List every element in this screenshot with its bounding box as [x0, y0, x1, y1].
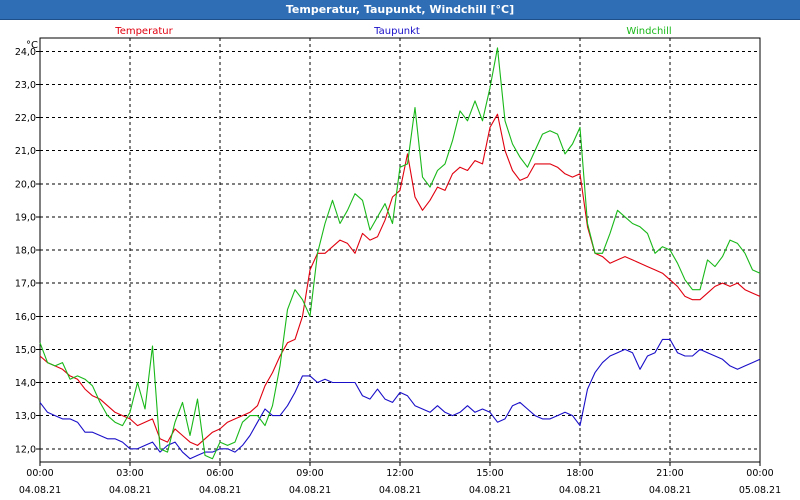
y-tick-label: 12,0: [15, 444, 36, 455]
y-tick-label: 17,0: [15, 279, 36, 290]
x-tick-date-label: 05.08.21: [739, 485, 781, 496]
y-tick-label: 22,0: [15, 113, 36, 124]
chart-area: °C Temperatur Taupunkt Windchill 12,013,01…: [0, 20, 800, 500]
x-tick-time-label: 09:00: [296, 468, 323, 479]
y-tick-label: 23,0: [15, 80, 36, 91]
x-tick-date-label: 04.08.21: [649, 485, 691, 496]
y-tick-label: 20,0: [15, 179, 36, 190]
y-tick-label: 13,0: [15, 411, 36, 422]
x-tick-date-label: 04.08.21: [379, 485, 421, 496]
x-tick-time-label: 06:00: [206, 468, 233, 479]
x-tick-date-label: 04.08.21: [469, 485, 511, 496]
x-tick-time-label: 03:00: [116, 468, 143, 479]
x-tick-time-label: 00:00: [26, 468, 53, 479]
x-tick-time-label: 15:00: [476, 468, 503, 479]
x-tick-date-label: 04.08.21: [19, 485, 61, 496]
y-tick-label: 19,0: [15, 212, 36, 223]
x-tick-time-label: 12:00: [386, 468, 413, 479]
y-tick-label: 24,0: [15, 47, 36, 58]
x-tick-time-label: 18:00: [566, 468, 593, 479]
legend-entry-taupunkt: Taupunkt: [373, 26, 420, 37]
y-tick-label: 16,0: [15, 312, 36, 323]
y-tick-label: 18,0: [15, 246, 36, 257]
x-tick-date-label: 04.08.21: [289, 485, 331, 496]
legend-entry-temperatur: Temperatur: [114, 26, 173, 37]
y-tick-label: 14,0: [15, 378, 36, 389]
x-tick-date-label: 04.08.21: [109, 485, 151, 496]
y-tick-label: 21,0: [15, 146, 36, 157]
y-tick-label: 15,0: [15, 345, 36, 356]
legend-entry-windchill: Windchill: [626, 26, 671, 37]
x-tick-time-label: 21:00: [656, 468, 683, 479]
x-tick-time-label: 00:00: [746, 468, 773, 479]
x-tick-date-label: 04.08.21: [199, 485, 241, 496]
x-tick-date-label: 04.08.21: [559, 485, 601, 496]
